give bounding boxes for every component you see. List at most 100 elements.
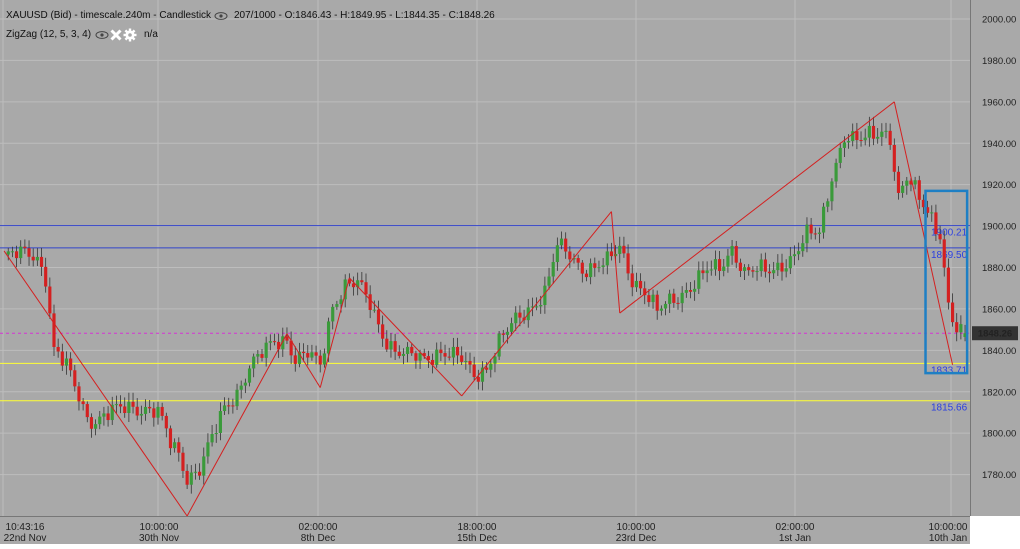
candle-bear xyxy=(892,144,896,172)
candle-bull xyxy=(235,389,239,407)
candle-bull xyxy=(326,321,331,354)
candle-bear xyxy=(52,313,56,347)
candle-bull xyxy=(597,267,601,269)
candle-bull xyxy=(264,342,268,358)
level-label: 1869.50 xyxy=(931,250,968,261)
candle-bear xyxy=(414,353,418,361)
candle-bull xyxy=(489,363,493,370)
candle-bull xyxy=(913,180,917,185)
candle-bear xyxy=(393,341,397,352)
candle-bear xyxy=(447,356,451,358)
y-tick-label: 1980.00 xyxy=(982,56,1016,67)
candle-bull xyxy=(497,333,501,357)
candle-bull xyxy=(435,349,439,365)
candle-bear xyxy=(69,358,73,371)
candle-bull xyxy=(726,255,730,267)
candle-bear xyxy=(751,270,755,272)
candle-bear xyxy=(364,282,368,295)
candle-bull xyxy=(742,267,747,271)
indicator-label: ZigZag (12, 5, 3, 4) xyxy=(6,29,91,40)
candle-bull xyxy=(901,185,905,193)
candle-bear xyxy=(314,352,318,356)
y-tick-label: 1780.00 xyxy=(982,470,1016,481)
y-tick-label: 2000.00 xyxy=(982,15,1016,26)
candle-bull xyxy=(697,270,701,289)
candle-bear xyxy=(39,256,44,267)
candle-bull xyxy=(102,413,106,417)
candle-bear xyxy=(460,355,464,362)
candle-bear xyxy=(360,280,364,283)
candle-bull xyxy=(401,353,406,356)
candle-bull xyxy=(173,442,177,449)
candle-bear xyxy=(160,406,164,416)
x-tick-time: 10:00:00 xyxy=(617,522,656,533)
x-tick-date: 30th Nov xyxy=(139,533,179,544)
x-tick-time: 10:43:16 xyxy=(6,522,45,533)
y-tick-label: 1820.00 xyxy=(982,387,1016,398)
candle-bear xyxy=(302,351,306,354)
candle-bear xyxy=(231,405,235,407)
candle-bear xyxy=(896,171,901,193)
candle-bear xyxy=(131,401,135,407)
level-label: 1815.66 xyxy=(931,403,968,414)
candle-bull xyxy=(539,305,543,307)
candle-bull xyxy=(730,245,734,256)
candle-bear xyxy=(672,293,676,303)
x-tick-date: 22nd Nov xyxy=(4,533,47,544)
candle-bear xyxy=(89,417,94,429)
candle-bull xyxy=(547,276,551,286)
chart-panel[interactable]: 1900.21 1869.50 1833.71 1815.66 1780.00 1800… xyxy=(0,0,1020,544)
candle-bear xyxy=(580,262,584,274)
candle-bull xyxy=(35,256,39,261)
candle-bear xyxy=(31,256,35,261)
candle-bear xyxy=(48,286,52,314)
candle-bull xyxy=(94,424,98,429)
candle-bull xyxy=(884,130,888,132)
candle-bull xyxy=(243,382,247,386)
candle-bull xyxy=(634,280,638,288)
candle-bear xyxy=(888,130,892,145)
plot-area[interactable] xyxy=(0,0,970,516)
candle-bear xyxy=(439,349,443,354)
candle-bear xyxy=(227,405,231,407)
candle-bear xyxy=(181,452,185,471)
candle-bull xyxy=(709,269,713,271)
candle-bear xyxy=(14,251,19,259)
candle-bear xyxy=(942,239,946,268)
candle-bull xyxy=(618,245,622,254)
candle-bull xyxy=(534,306,539,308)
candle-bear xyxy=(472,364,476,378)
candle-bear xyxy=(946,267,950,303)
candle-bull xyxy=(139,413,143,416)
candle-bear xyxy=(410,346,414,354)
candle-bear xyxy=(198,471,202,476)
candle-bull xyxy=(268,341,272,343)
candle-bull xyxy=(959,324,963,333)
candlestick-chart[interactable]: 1900.211869.501833.711815.66 1780.001800… xyxy=(0,0,1020,544)
candle-bear xyxy=(767,271,772,274)
candle-bull xyxy=(114,404,118,406)
candle-bear xyxy=(859,140,863,142)
candle-bull xyxy=(331,306,335,322)
candle-bear xyxy=(655,294,659,311)
candle-bear xyxy=(747,267,751,271)
candle-bear xyxy=(293,355,297,364)
candle-bear xyxy=(593,263,597,268)
candle-bull xyxy=(817,232,822,234)
candle-bear xyxy=(285,336,289,341)
candle-bull xyxy=(214,433,218,435)
candle-bull xyxy=(792,254,797,257)
gear-icon[interactable] xyxy=(123,28,137,42)
x-tick-date: 23rd Dec xyxy=(616,533,657,544)
candle-bull xyxy=(788,256,792,269)
candle-bear xyxy=(576,258,580,263)
candle-bull xyxy=(98,416,102,425)
candle-bear xyxy=(647,295,651,303)
candle-bear xyxy=(568,251,572,260)
candle-bull xyxy=(464,360,468,362)
candle-bull xyxy=(202,456,206,476)
candle-bull xyxy=(210,434,214,443)
candle-bear xyxy=(56,346,60,352)
candle-bear xyxy=(609,251,614,257)
candle-bear xyxy=(688,290,693,292)
